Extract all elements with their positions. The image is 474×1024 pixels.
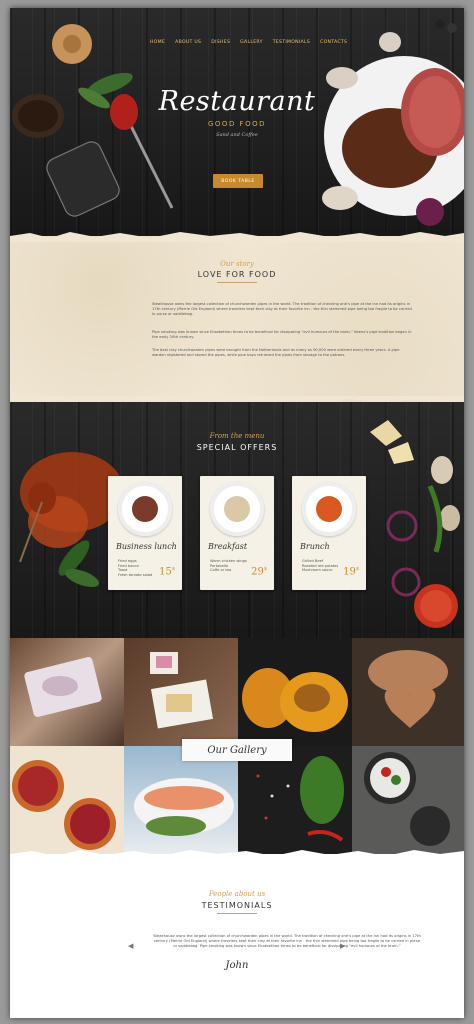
dish-plate (118, 482, 172, 536)
price-currency: $ (171, 566, 175, 572)
testimonials-kicker: People about us (208, 890, 266, 898)
offer-card[interactable]: Brunch Grilled Beef Roasted red potatos … (292, 476, 366, 590)
card-items: Grilled Beef Roasted red potatos Mushroo… (302, 559, 338, 573)
about-paragraph-2: Pipe smoking was known since Elizabethan… (152, 330, 412, 339)
testimonial-quote: Steakhouse owns the largest collection o… (153, 934, 421, 948)
gallery-photo[interactable] (238, 638, 352, 746)
card-price: 19$ (343, 566, 359, 577)
card-items: Warm chicken wings Portobello Coffe or t… (210, 559, 247, 573)
prev-arrow-icon[interactable]: ◀ (128, 942, 133, 950)
hero-section: HOME ABOUT US DISHES GALLERY TESTIMONIAL… (10, 8, 464, 236)
hero-subtitle: GOOD FOOD (208, 120, 266, 128)
card-title: Brunch (300, 542, 330, 551)
card-items: Fried eggs Fried bacon Toast Fresh tomat… (118, 559, 152, 577)
gallery-label: Our Gallery (182, 739, 292, 761)
torn-edge-top (10, 232, 464, 242)
card-title: Business lunch (116, 542, 177, 551)
gallery-photo[interactable] (10, 746, 124, 854)
about-paragraph-3: The best clay churchwarden pipes were br… (152, 348, 400, 357)
hero-tagline: Sand and Coffee (216, 132, 258, 138)
dish-photo (132, 496, 158, 522)
dish-plate (302, 482, 356, 536)
card-item: Warm chicken wings (210, 559, 247, 563)
gallery-photo[interactable] (238, 746, 352, 854)
about-heading: LOVE FOR FOOD (197, 270, 277, 279)
price-currency: $ (355, 566, 359, 572)
divider (217, 913, 257, 914)
about-paragraph-1: Steakhouse owns the largest collection o… (152, 302, 412, 316)
about-kicker: Our story (220, 260, 254, 268)
gallery-photo[interactable] (124, 638, 238, 746)
gallery-photo[interactable] (352, 746, 464, 854)
testimonials-heading: TESTIMONIALS (201, 901, 273, 910)
offers-heading: SPECIAL OFFERS (196, 443, 278, 452)
torn-edge-top (10, 850, 464, 860)
page-frame: HOME ABOUT US DISHES GALLERY TESTIMONIAL… (10, 8, 464, 1018)
book-table-button[interactable]: BOOK TABLE (213, 174, 263, 188)
card-price: 15$ (159, 566, 175, 577)
dish-photo (224, 496, 250, 522)
card-title: Breakfast (208, 542, 248, 551)
price-value: 19 (343, 566, 356, 578)
offer-card[interactable]: Business lunch Fried eggs Fried bacon To… (108, 476, 182, 590)
testimonial-author: John (225, 960, 249, 971)
testimonials-section: People about us TESTIMONIALS ◀ Steakhous… (10, 850, 464, 1018)
dish-plate (210, 482, 264, 536)
dish-photo (316, 496, 342, 522)
next-arrow-icon[interactable]: ▶ (340, 942, 345, 950)
card-item: Coffe or tea (210, 568, 232, 573)
gallery-photo[interactable] (10, 638, 124, 746)
card-price: 29$ (251, 566, 267, 577)
offers-kicker: From the menu (209, 432, 265, 440)
about-section: Our story LOVE FOR FOOD Steakhouse owns … (10, 232, 464, 406)
price-value: 29 (251, 566, 264, 578)
divider (217, 282, 257, 283)
gallery-photo[interactable] (352, 638, 464, 746)
gallery-photo[interactable] (124, 746, 238, 854)
gallery-section: Our Gallery (10, 638, 464, 854)
card-item: Mushroom sauce (302, 568, 333, 573)
offer-card[interactable]: Breakfast Warm chicken wings Portobello … (200, 476, 274, 590)
card-item: Fresh tomato salad (118, 572, 153, 577)
special-offers-section: From the menu SPECIAL OFFERS Business lu… (10, 402, 464, 646)
hero-title: Restaurant (158, 86, 316, 117)
price-value: 15 (159, 566, 172, 578)
price-currency: $ (263, 566, 267, 572)
